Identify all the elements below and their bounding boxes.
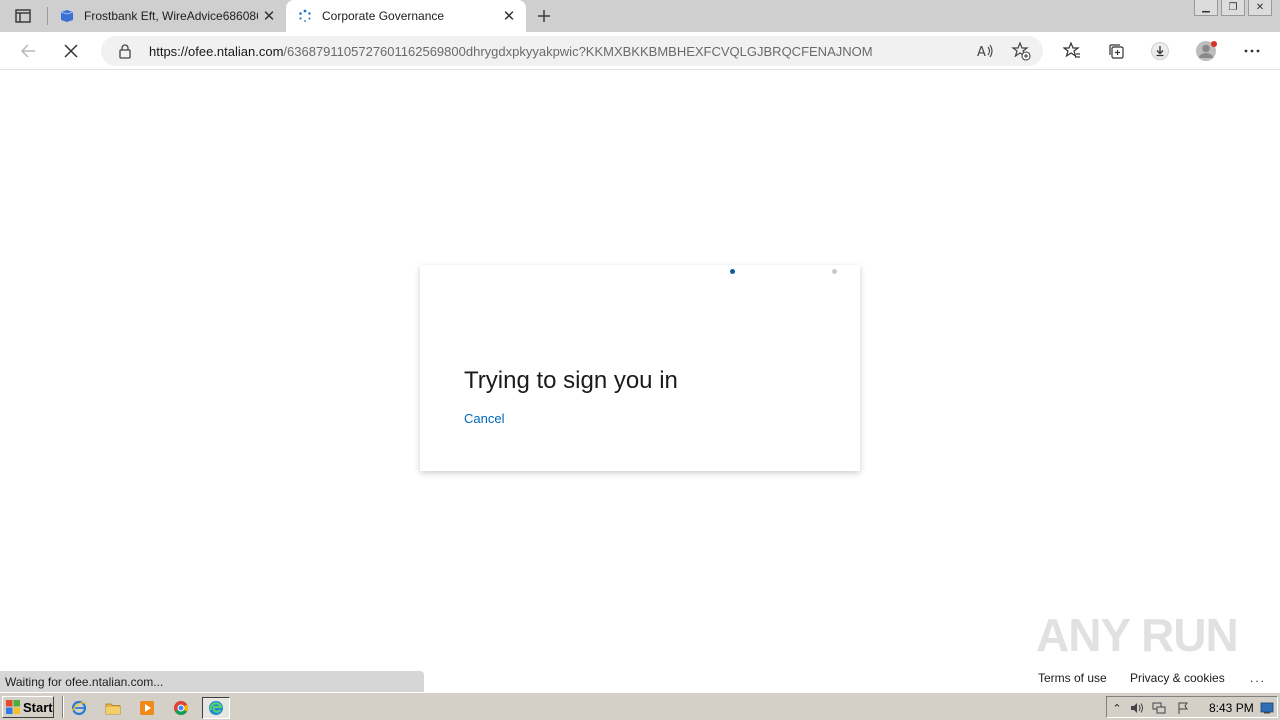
tab-actions-icon[interactable]	[8, 5, 38, 27]
address-bar[interactable]: https://ofee.ntalian.com/636879110572760…	[101, 36, 1043, 66]
tab-frostbank[interactable]: Frostbank Eft, WireAdvice686086 ✕	[48, 0, 286, 32]
close-tab-icon[interactable]: ✕	[498, 5, 520, 27]
media-player-icon[interactable]	[136, 697, 158, 719]
chrome-icon[interactable]	[170, 697, 192, 719]
windows-logo-icon	[6, 700, 20, 714]
privacy-cookies-link[interactable]: Privacy & cookies	[1130, 671, 1225, 689]
url-text[interactable]: https://ofee.ntalian.com/636879110572760…	[149, 44, 873, 59]
terms-of-use-link[interactable]: Terms of use	[1038, 671, 1107, 689]
page-viewport: Trying to sign you in Cancel	[0, 71, 1280, 692]
file-explorer-icon[interactable]	[102, 697, 124, 719]
browser-toolbar: https://ofee.ntalian.com/636879110572760…	[0, 32, 1280, 70]
new-tab-icon[interactable]	[532, 5, 556, 27]
progress-dot	[832, 269, 837, 274]
url-host: https://ofee.ntalian.com	[149, 44, 284, 59]
collections-icon[interactable]	[1102, 37, 1130, 65]
show-desktop-icon[interactable]	[1259, 700, 1275, 716]
loading-spinner-icon	[299, 9, 311, 22]
document-favicon-icon	[60, 10, 74, 22]
tab-title: Corporate Governance	[322, 9, 445, 23]
profile-icon[interactable]	[1192, 37, 1220, 65]
show-hidden-icons-icon[interactable]: ⌃	[1109, 700, 1125, 716]
status-bar: Waiting for ofee.ntalian.com...	[0, 671, 424, 692]
internet-explorer-icon[interactable]	[68, 697, 90, 719]
url-path: /6368791105727601162569800dhrygdxpkyyakp…	[283, 44, 873, 59]
taskbar-clock[interactable]: 8:43 PM	[1209, 701, 1254, 715]
windows-taskbar: Start ⌃ 8:43 PM	[0, 692, 1280, 720]
page-title: Trying to sign you in	[464, 367, 678, 394]
cancel-link[interactable]: Cancel	[464, 411, 504, 426]
more-options-link[interactable]: ...	[1250, 671, 1266, 689]
network-icon[interactable]	[1151, 700, 1167, 716]
svg-text:A: A	[977, 45, 986, 60]
action-center-flag-icon[interactable]	[1175, 700, 1191, 716]
window-controls: ▁ ❐ ✕	[1194, 0, 1272, 18]
progress-dot	[730, 269, 735, 274]
minimize-icon[interactable]: ▁	[1194, 0, 1218, 16]
close-window-icon[interactable]: ✕	[1248, 0, 1272, 16]
close-tab-icon[interactable]: ✕	[258, 5, 280, 27]
restore-icon[interactable]: ❐	[1221, 0, 1245, 16]
volume-icon[interactable]	[1129, 700, 1145, 716]
tab-title: Frostbank Eft, WireAdvice686086	[84, 9, 258, 23]
downloads-icon[interactable]	[1146, 37, 1174, 65]
back-arrow-icon[interactable]	[14, 37, 42, 65]
sign-in-card: Trying to sign you in Cancel	[420, 265, 860, 471]
edge-icon[interactable]	[202, 697, 230, 719]
start-label: Start	[23, 699, 53, 715]
system-tray: ⌃ 8:43 PM	[1106, 696, 1278, 718]
more-menu-icon[interactable]	[1238, 37, 1266, 65]
tab-corporate-governance[interactable]: Corporate Governance ✕	[286, 0, 526, 32]
taskbar-separator	[62, 696, 64, 718]
browser-tab-bar: Frostbank Eft, WireAdvice686086 ✕ Corpor…	[0, 0, 1280, 32]
add-favorite-icon[interactable]	[1011, 41, 1031, 61]
favorites-icon[interactable]	[1058, 37, 1086, 65]
start-button[interactable]: Start	[2, 696, 54, 718]
lock-icon[interactable]	[117, 43, 133, 59]
read-aloud-icon[interactable]: A	[975, 41, 995, 61]
watermark-logo: ANY RUN	[1036, 609, 1239, 661]
stop-loading-icon[interactable]	[57, 37, 85, 65]
